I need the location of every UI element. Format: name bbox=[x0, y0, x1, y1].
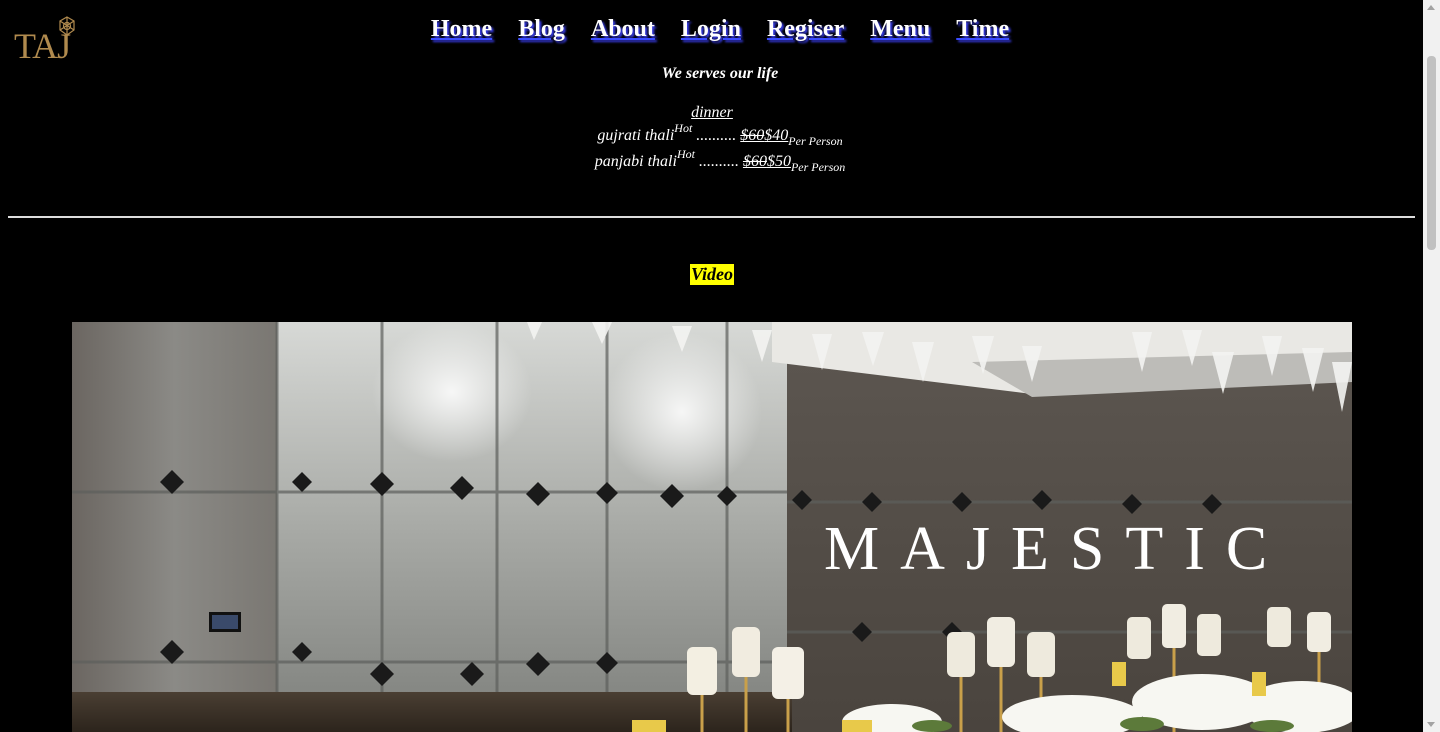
tagline: We serves our life bbox=[661, 65, 779, 82]
menu-item: panjabi thaliHot .......... $60$50Per Pe… bbox=[0, 147, 1440, 175]
nav-link-time[interactable]: Time bbox=[956, 14, 1009, 44]
scroll-down-icon[interactable] bbox=[1427, 722, 1435, 727]
scroll-up-icon[interactable] bbox=[1427, 5, 1435, 10]
nav-link-about[interactable]: About bbox=[591, 14, 655, 44]
horizontal-divider bbox=[8, 216, 1415, 218]
menu-heading: dinner bbox=[691, 104, 733, 121]
main-nav: Home Blog About Login Regiser Menu Time bbox=[0, 14, 1440, 44]
old-price: $60 bbox=[740, 127, 765, 144]
page-scrollbar[interactable] bbox=[1423, 0, 1440, 732]
hot-badge: Hot bbox=[674, 121, 693, 135]
menu-section: dinner gujrati thaliHot .......... $60$4… bbox=[0, 103, 1440, 175]
nav-link-home[interactable]: Home bbox=[431, 14, 492, 44]
price-unit: Per Person bbox=[790, 160, 846, 174]
nav-link-register[interactable]: Regiser bbox=[767, 14, 844, 44]
hot-badge: Hot bbox=[676, 147, 695, 161]
menu-item: gujrati thaliHot .......... $60$40Per Pe… bbox=[0, 121, 1440, 149]
menu-item-dots: .......... bbox=[694, 153, 743, 170]
video-heading: Video bbox=[690, 264, 735, 285]
new-price: $40 bbox=[764, 127, 789, 144]
nav-link-login[interactable]: Login bbox=[681, 14, 741, 44]
scroll-thumb[interactable] bbox=[1427, 56, 1436, 250]
menu-item-name: panjabi thali bbox=[594, 153, 677, 170]
video-player[interactable]: MAJESTIC bbox=[72, 322, 1352, 732]
nav-link-blog[interactable]: Blog bbox=[518, 14, 565, 44]
menu-item-dots: .......... bbox=[692, 127, 741, 144]
price-unit: Per Person bbox=[788, 134, 843, 148]
menu-item-name: gujrati thali bbox=[597, 127, 675, 144]
new-price: $50 bbox=[766, 153, 791, 170]
nav-link-menu[interactable]: Menu bbox=[870, 14, 930, 44]
old-price: $60 bbox=[742, 153, 767, 170]
video-overlay-title: MAJESTIC bbox=[824, 515, 1289, 583]
